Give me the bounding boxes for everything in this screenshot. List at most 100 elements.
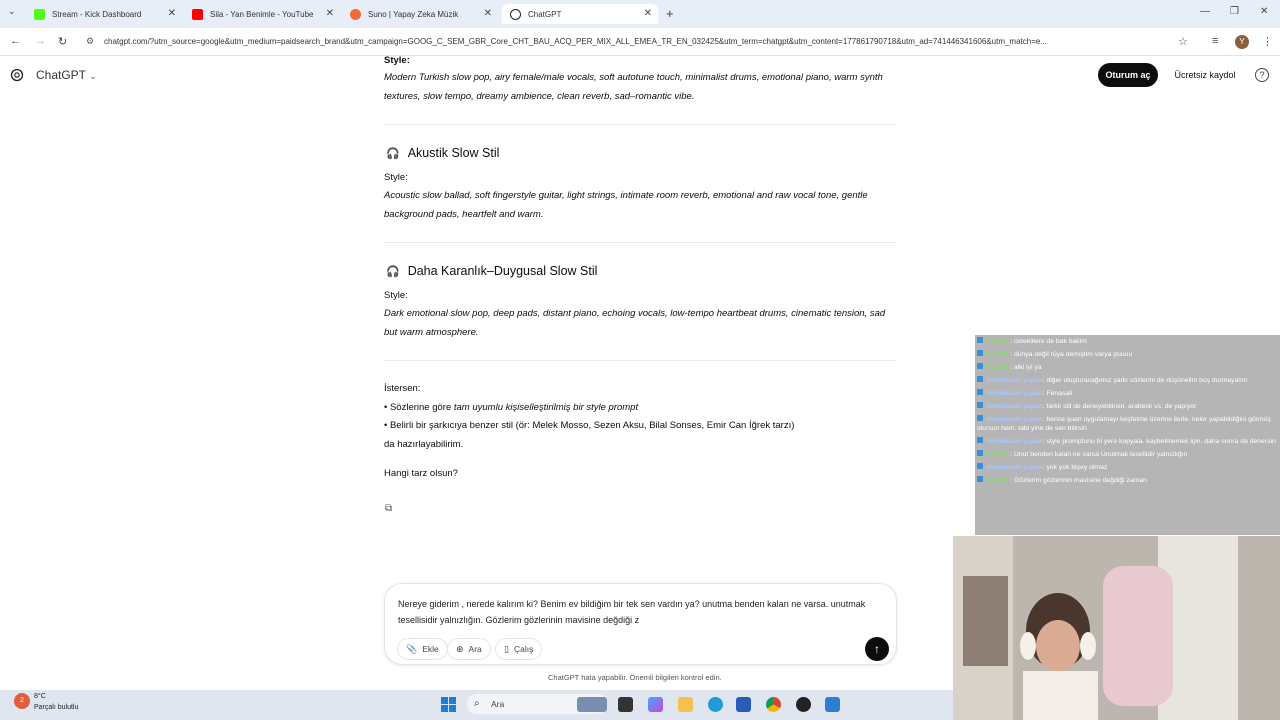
study-button[interactable]: ▯ Çalış [495,638,543,660]
chat-message-text: : dünya değil rüya demiştim varya puuuu [1010,351,1133,358]
brand-name: ChatGPT [36,68,86,82]
chrome-icon[interactable] [766,697,781,712]
style3-text: Dark emotional slow pop, deep pads, dist… [384,308,886,338]
openai-logo-icon[interactable] [10,68,24,82]
message-composer: Nereye giderim , nerede kalırım ki? Beni… [384,583,897,665]
reload-icon[interactable]: ↻ [58,35,67,48]
chat-badge-icon [977,463,983,469]
chat-message: Payxho: alki iyi ya [975,361,1280,374]
url-field[interactable]: chatgpt.com/?utm_source=google&utm_mediu… [104,37,1168,46]
tab-search-chevron-icon[interactable]: ⌄ [8,6,16,17]
task-view-icon[interactable] [618,697,633,712]
chat-badge-icon [977,337,983,343]
help-icon[interactable]: ? [1255,68,1269,82]
chat-message: Abdulkadir yapak: Fenasall [975,387,1280,400]
webcam-image [953,536,1280,720]
close-icon[interactable]: ✕ [326,8,334,19]
section-title: Daha Karanlık–Duygusal Slow Stil [407,264,598,278]
chat-message: Abdulkadir yapak: farklı stil de deneyeb… [975,400,1280,413]
study-label: Çalış [513,644,534,654]
file-explorer-icon[interactable] [678,697,693,712]
arrow-up-icon: ↑ [874,642,880,656]
search-highlight-icon [577,697,607,712]
chat-username: Abdulkadir yapak [986,377,1043,384]
tab-chatgpt[interactable]: ChatGPT ✕ [502,4,658,24]
suno-icon [350,8,361,20]
windows-start-icon[interactable] [441,697,456,712]
style2-text: Acoustic slow ballad, soft fingerstyle g… [384,190,868,220]
attach-button[interactable]: 📎 Ekle [397,638,448,660]
chat-badge-icon [977,415,983,421]
tab-youtube[interactable]: Sila - Yan Benimle - YouTube ✕ [184,4,340,24]
chat-message: Payxho: dünya değil rüya demiştim varya … [975,348,1280,361]
chat-username: Abdulkadir yapak [986,464,1043,471]
weather-icon[interactable]: 2 [14,693,30,709]
book-icon: ▯ [504,643,509,654]
close-icon[interactable]: ✕ [168,8,176,19]
model-selector[interactable]: ChatGPT ⌄ [36,68,97,82]
globe-icon: ⊕ [456,643,464,654]
close-icon[interactable]: ✕ [644,8,652,19]
close-icon[interactable]: ✕ [484,8,492,19]
chat-username: Abdulkadir yapak [986,438,1043,445]
back-arrow-icon[interactable]: ← [10,35,21,47]
style2-label: Style: [384,172,408,183]
tab-kick-dashboard[interactable]: Stream - Kick Dashboard ✕ [26,4,182,24]
divider [384,242,896,243]
chat-message: Abdulkadir yapak: style promptunu bi yer… [975,435,1280,448]
maximize-icon[interactable]: ❐ [1230,6,1239,17]
chat-message-text: : Fenasall [1042,390,1073,397]
login-button[interactable]: Oturum aç [1098,63,1158,87]
chatgpt-icon [510,8,521,20]
copilot-icon[interactable] [648,697,663,712]
signup-button[interactable]: Ücretsiz kaydol [1167,63,1243,87]
window-close-icon[interactable]: ✕ [1260,6,1268,17]
chat-message-text: : style promptunu bi yere kopyala. kaybe… [1042,438,1276,445]
browser-tab-strip: ⌄ Stream - Kick Dashboard ✕ Sila - Yan B… [0,0,1280,28]
chat-message-text: : farklı stil de deneyebilirsin, arabesk… [1042,403,1197,410]
stream-chat-overlay: Payxho: üsteklilere de bak bakim Payxho: … [975,335,1280,535]
site-info-icon[interactable]: ⚙ [86,36,94,47]
chevron-down-icon: ⌄ [89,71,97,81]
tab-title: Stream - Kick Dashboard [52,9,142,19]
chat-badge-icon [977,450,983,456]
tab-title: Sila - Yan Benimle - YouTube [210,9,314,19]
youtube-icon [192,8,203,20]
taskbar-search-label: Ara [491,699,505,709]
style1-text: Modern Turkish slow pop, airy female/mal… [384,72,883,102]
search-icon: ⌕ [474,698,480,709]
search-button[interactable]: ⊕ Ara [447,638,491,660]
section-akustik-heading: 🎧 Akustik Slow Stil [386,146,499,160]
weather-temp: 8°C [34,693,46,700]
send-button[interactable]: ↑ [865,637,889,661]
message-input[interactable]: Nereye giderim , nerede kalırım ki? Beni… [398,596,884,628]
chat-message-text: : Gözlerim gözlerinin mavisine değdiği z… [1010,477,1147,484]
obs-icon[interactable] [796,697,811,712]
copy-icon[interactable]: ⧉ [385,503,392,514]
chat-message-text: : Unut benden kalan ne varsa Unutmak tes… [1010,451,1188,458]
chat-message: Payxho: Gözlerim gözlerinin mavisine değ… [975,474,1280,487]
section-title: Akustik Slow Stil [407,146,500,160]
headphones-icon: 🎧 [386,265,400,278]
menu-kebab-icon[interactable]: ⋮ [1262,35,1273,48]
edge-icon[interactable] [708,697,723,712]
chat-badge-icon [977,350,983,356]
webcam-overlay [953,536,1280,720]
forward-arrow-icon[interactable]: → [35,35,46,47]
media-controls-icon[interactable]: ≡ [1212,35,1218,47]
chat-username: Payxho [986,364,1011,371]
bookmark-star-icon[interactable]: ☆ [1178,35,1188,48]
new-tab-plus-icon[interactable]: + [666,6,674,21]
taskbar-app-icon[interactable] [825,697,840,712]
tab-suno[interactable]: Suno | Yapay Zeka Müzik ✕ [342,4,498,24]
tab-title: ChatGPT [528,9,562,19]
chat-message: Abdulkadir yapak: yok yok bişey olmaz [975,461,1280,474]
offer-item-2: • Belirli bir şarkıcıya benzer stil (ör:… [384,420,795,431]
offer-item-2-cont: da hazırlayabilirim. [384,439,464,450]
minimize-icon[interactable]: — [1200,6,1210,17]
profile-avatar[interactable]: Y [1235,35,1249,49]
chat-message: Payxho: üsteklilere de bak bakim [975,335,1280,348]
store-icon[interactable] [736,697,751,712]
offer-intro: İstersen: [384,383,421,394]
divider [384,124,896,125]
